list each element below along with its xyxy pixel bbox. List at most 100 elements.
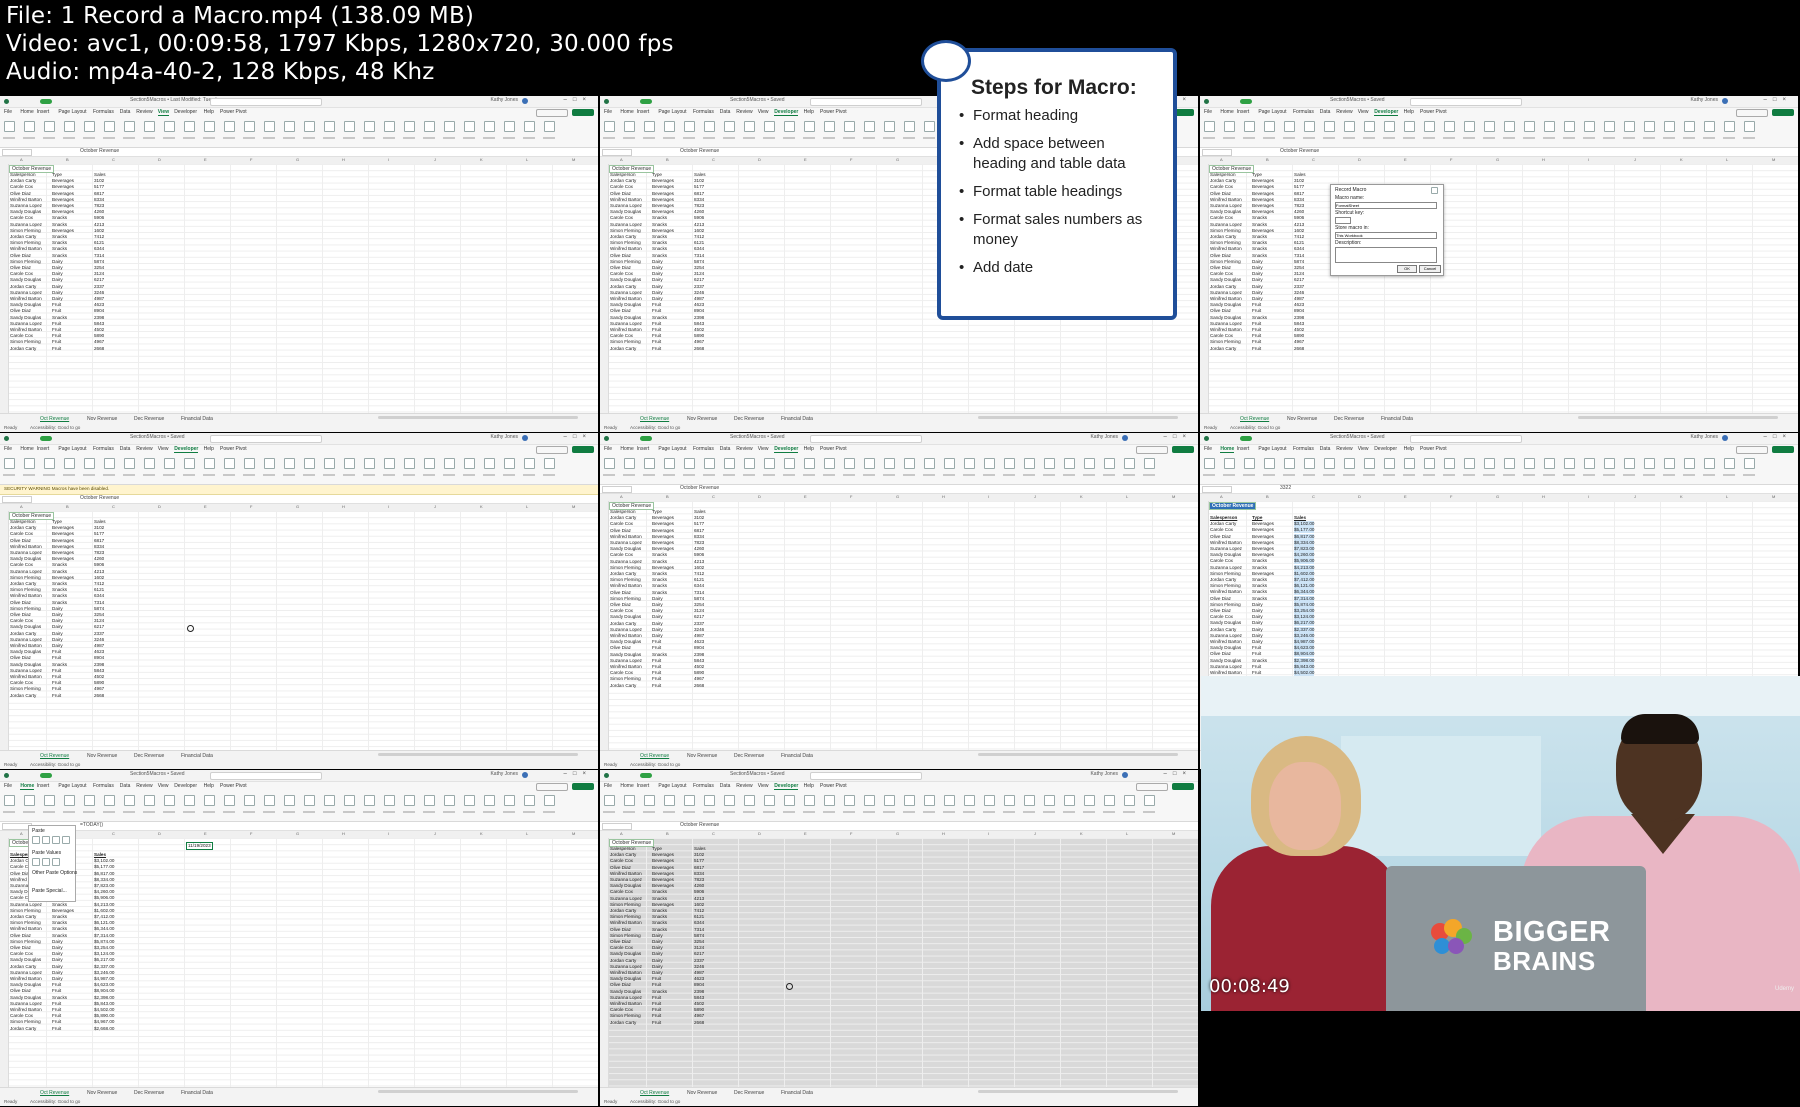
column-header[interactable]: D [758, 831, 761, 836]
ribbon-tab[interactable]: Review [136, 109, 152, 115]
column-header[interactable]: G [296, 157, 299, 162]
column-header[interactable]: M [1772, 157, 1775, 162]
paste-value-icon[interactable] [52, 858, 60, 866]
worksheet-grid[interactable]: October RevenueSalespersonTypeSalesJorda… [600, 501, 1198, 751]
ribbon-command-icon[interactable] [1264, 458, 1275, 469]
ribbon-tab[interactable]: Developer [1374, 109, 1399, 116]
window-controls[interactable]: –□× [1764, 97, 1792, 103]
avatar[interactable] [1722, 435, 1728, 441]
ribbon-command-icon[interactable] [1484, 458, 1495, 469]
ribbon-tab[interactable]: View [1358, 109, 1369, 115]
ribbon-tab[interactable]: Help [804, 783, 814, 789]
ribbon-command-icon[interactable] [784, 458, 795, 469]
sheet-tab[interactable]: Financial Data [781, 416, 813, 422]
sheet-tab[interactable]: Dec Revenue [134, 416, 164, 422]
ribbon-command-icon[interactable] [984, 458, 995, 469]
ribbon-command-icon[interactable] [1104, 458, 1115, 469]
ribbon-command-icon[interactable] [4, 795, 15, 806]
ribbon-command-icon[interactable] [604, 795, 615, 806]
ribbon-tab[interactable]: Review [736, 109, 752, 115]
ribbon-command-icon[interactable] [1424, 458, 1435, 469]
ribbon-command-icon[interactable] [164, 458, 175, 469]
ribbon-command-icon[interactable] [344, 458, 355, 469]
ribbon-command-icon[interactable] [464, 121, 475, 132]
ribbon-tab[interactable]: Home [620, 446, 633, 452]
column-header[interactable]: D [1358, 494, 1361, 499]
column-header[interactable]: K [1080, 831, 1083, 836]
ribbon-tab[interactable]: Data [120, 109, 131, 115]
column-header[interactable]: I [988, 494, 989, 499]
ribbon-command-icon[interactable] [924, 458, 935, 469]
ribbon-command-icon[interactable] [1204, 121, 1215, 132]
column-header[interactable]: A [620, 157, 623, 162]
ribbon-command-icon[interactable] [1304, 458, 1315, 469]
ribbon-tab[interactable]: File [4, 109, 12, 115]
ribbon-command-icon[interactable] [64, 458, 75, 469]
close-icon[interactable] [1431, 187, 1438, 194]
column-header[interactable]: H [942, 494, 945, 499]
ribbon-command-icon[interactable] [884, 458, 895, 469]
column-header[interactable]: B [1266, 157, 1269, 162]
autosave-toggle[interactable] [1240, 436, 1252, 441]
column-header[interactable]: K [480, 157, 483, 162]
ribbon-command-icon[interactable] [504, 795, 515, 806]
ribbon-tab[interactable]: File [604, 446, 612, 452]
ribbon-command-icon[interactable] [644, 458, 655, 469]
comments-button[interactable] [1136, 446, 1168, 454]
sheet-tab[interactable]: Dec Revenue [134, 753, 164, 759]
ribbon-command-icon[interactable] [844, 795, 855, 806]
column-header[interactable]: G [896, 831, 899, 836]
ribbon-tab[interactable]: Data [720, 446, 731, 452]
ribbon-command-icon[interactable] [384, 121, 395, 132]
ribbon-tab[interactable]: Power Pivot [1420, 446, 1447, 452]
formula-content[interactable]: October Revenue [80, 495, 119, 501]
ribbon-command-icon[interactable] [684, 795, 695, 806]
ribbon-command-icon[interactable] [1084, 458, 1095, 469]
ribbon-command-icon[interactable] [444, 795, 455, 806]
ribbon-tab[interactable]: Insert [637, 109, 650, 115]
ribbon-tab[interactable]: Page Layout [658, 446, 686, 452]
ribbon-tab[interactable]: Power Pivot [1420, 109, 1447, 115]
sheet-tab[interactable]: Nov Revenue [687, 1090, 717, 1096]
ribbon-command-icon[interactable] [544, 795, 555, 806]
ribbon-command-icon[interactable] [1644, 458, 1655, 469]
ribbon-command-icon[interactable] [1724, 458, 1735, 469]
window-controls[interactable]: –□× [1164, 771, 1192, 777]
ribbon-command-icon[interactable] [1744, 121, 1755, 132]
ribbon-command-icon[interactable] [184, 458, 195, 469]
ribbon-command-icon[interactable] [124, 795, 135, 806]
column-header[interactable]: J [1634, 494, 1636, 499]
ribbon-command-icon[interactable] [104, 121, 115, 132]
column-header[interactable]: D [158, 831, 161, 836]
ribbon-command-icon[interactable] [904, 795, 915, 806]
ribbon-command-icon[interactable] [424, 795, 435, 806]
formula-content[interactable]: =TODAY() [80, 822, 103, 828]
ribbon-tab[interactable]: Power Pivot [820, 446, 847, 452]
column-header[interactable]: C [1312, 494, 1315, 499]
sheet-tab[interactable]: Dec Revenue [1334, 416, 1364, 422]
ribbon-command-icon[interactable] [1344, 121, 1355, 132]
column-header[interactable]: J [434, 504, 436, 509]
paste-options-menu[interactable]: Paste Paste Values Other Paste Options Past… [28, 825, 77, 902]
ribbon-command-icon[interactable] [1064, 795, 1075, 806]
share-button[interactable] [1172, 783, 1194, 790]
column-header[interactable]: J [434, 157, 436, 162]
ribbon-command-icon[interactable] [544, 121, 555, 132]
ribbon-command-icon[interactable] [1684, 458, 1695, 469]
column-header[interactable]: I [388, 831, 389, 836]
column-header[interactable]: F [850, 157, 852, 162]
ribbon-tab[interactable]: Data [120, 783, 131, 789]
ribbon-command-icon[interactable] [644, 121, 655, 132]
ribbon-command-icon[interactable] [664, 795, 675, 806]
ribbon-tab[interactable]: Power Pivot [820, 783, 847, 789]
avatar[interactable] [522, 98, 528, 104]
sheet-tab[interactable]: Dec Revenue [734, 1090, 764, 1096]
ribbon-command-icon[interactable] [244, 458, 255, 469]
ribbon-command-icon[interactable] [1084, 795, 1095, 806]
ribbon-tab[interactable]: Insert [1237, 109, 1250, 115]
shortcut-input[interactable] [1335, 217, 1351, 224]
ribbon-command-icon[interactable] [4, 458, 15, 469]
ribbon-command-icon[interactable] [24, 795, 35, 806]
column-header[interactable]: C [712, 831, 715, 836]
ribbon-tab[interactable]: Developer [774, 109, 799, 116]
